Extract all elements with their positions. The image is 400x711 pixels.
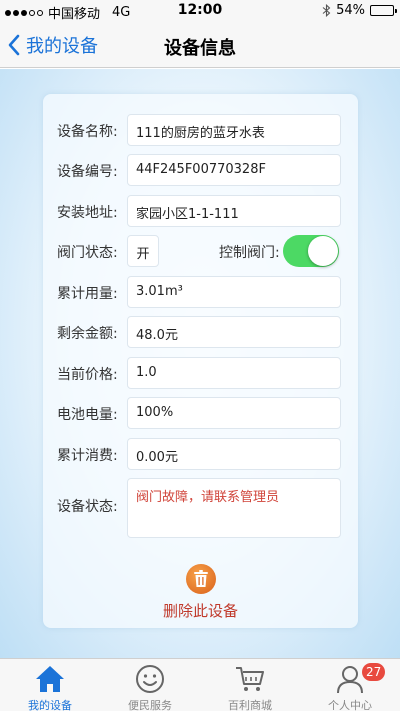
device-state-field: 阀门故障，请联系管理员 bbox=[127, 478, 341, 538]
user-icon bbox=[337, 666, 363, 694]
device-name-row: 设备名称: 111的厨房的蓝牙水表 bbox=[43, 114, 358, 146]
delete-device-button[interactable]: 删除此设备 bbox=[43, 564, 358, 620]
delete-device-label: 删除此设备 bbox=[162, 602, 238, 620]
home-icon bbox=[36, 666, 64, 692]
battery-field: 100% bbox=[127, 397, 341, 429]
valve-control-toggle[interactable] bbox=[283, 235, 339, 267]
valve-row: 阀门状态: 开 控制阀门: bbox=[43, 235, 358, 267]
usage-label: 累计用量: bbox=[57, 286, 118, 302]
valve-status-label: 阀门状态: bbox=[57, 245, 118, 261]
consumption-row: 累计消费: 0.00元 bbox=[43, 438, 358, 470]
balance-label: 剩余金额: bbox=[57, 326, 118, 342]
balance-field: 48.0元 bbox=[127, 316, 341, 348]
device-id-row: 设备编号: 44F245F00770328F bbox=[43, 154, 358, 186]
valve-control-label: 控制阀门: bbox=[219, 245, 280, 261]
cart-icon bbox=[236, 667, 264, 691]
device-name-field[interactable]: 111的厨房的蓝牙水表 bbox=[127, 114, 341, 146]
toggle-knob bbox=[308, 236, 338, 266]
content-area: 设备名称: 111的厨房的蓝牙水表 设备编号: 44F245F00770328F… bbox=[0, 69, 400, 658]
install-address-row: 安装地址: 家园小区1-1-111 bbox=[43, 195, 358, 227]
balance-row: 剩余金额: 48.0元 bbox=[43, 316, 358, 348]
battery-icon bbox=[370, 5, 397, 16]
install-address-field[interactable]: 家园小区1-1-111 bbox=[127, 195, 341, 227]
consumption-label: 累计消费: bbox=[57, 448, 118, 464]
device-id-label: 设备编号: bbox=[57, 164, 118, 180]
status-bar: 中国移动 4G 12:00 54% bbox=[0, 0, 400, 22]
device-state-label: 设备状态: bbox=[57, 499, 118, 515]
usage-field: 3.01m³ bbox=[127, 276, 341, 308]
tab-label-personal-center: 个人中心 bbox=[328, 699, 372, 711]
status-right: 54% bbox=[322, 3, 397, 18]
valve-status-field: 开 bbox=[127, 235, 159, 267]
battery-row: 电池电量: 100% bbox=[43, 397, 358, 429]
price-row: 当前价格: 1.0 bbox=[43, 357, 358, 389]
tab-label-convenience-services: 便民服务 bbox=[128, 699, 172, 711]
trash-icon bbox=[185, 564, 216, 594]
device-state-row: 设备状态: 阀门故障，请联系管理员 bbox=[43, 478, 358, 538]
tab-my-devices[interactable]: 我的设备 bbox=[0, 659, 100, 711]
bluetooth-icon bbox=[322, 4, 331, 17]
tab-mall[interactable]: 百利商城 bbox=[200, 659, 300, 711]
smiley-icon bbox=[136, 665, 164, 693]
tab-label-mall: 百利商城 bbox=[228, 699, 272, 711]
navigation-bar: 我的设备 设备信息 bbox=[0, 22, 400, 68]
battery-label: 电池电量: bbox=[57, 407, 118, 423]
tab-label-my-devices: 我的设备 bbox=[28, 699, 72, 711]
device-name-label: 设备名称: bbox=[57, 124, 118, 140]
tab-bar: 我的设备 便民服务 百利商城 27 个人中心 bbox=[0, 658, 400, 711]
consumption-field: 0.00元 bbox=[127, 438, 341, 470]
price-field: 1.0 bbox=[127, 357, 341, 389]
device-info-card: 设备名称: 111的厨房的蓝牙水表 设备编号: 44F245F00770328F… bbox=[43, 94, 358, 628]
battery-percent: 54% bbox=[336, 3, 365, 18]
tab-personal-center[interactable]: 27 个人中心 bbox=[300, 659, 400, 711]
notification-badge: 27 bbox=[362, 663, 386, 681]
usage-row: 累计用量: 3.01m³ bbox=[43, 276, 358, 308]
price-label: 当前价格: bbox=[57, 367, 118, 383]
device-id-field: 44F245F00770328F bbox=[127, 154, 341, 186]
install-address-label: 安装地址: bbox=[57, 205, 118, 221]
page-title: 设备信息 bbox=[164, 38, 236, 59]
tab-convenience-services[interactable]: 便民服务 bbox=[100, 659, 200, 711]
